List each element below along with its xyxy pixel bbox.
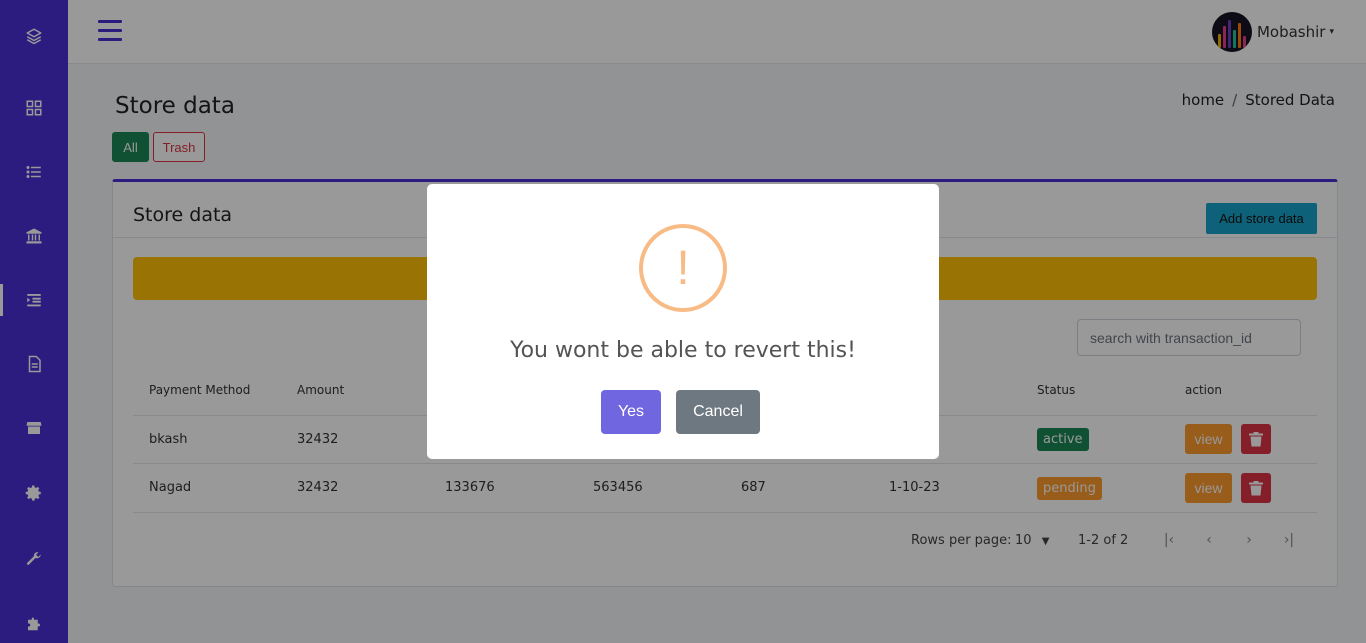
dialog-title: You wont be able to revert this! [510,338,856,363]
confirm-dialog: ! You wont be able to revert this! Yes C… [427,184,939,459]
warning-icon: ! [639,224,727,312]
cancel-button[interactable]: Cancel [676,390,760,434]
confirm-yes-button[interactable]: Yes [601,390,661,434]
